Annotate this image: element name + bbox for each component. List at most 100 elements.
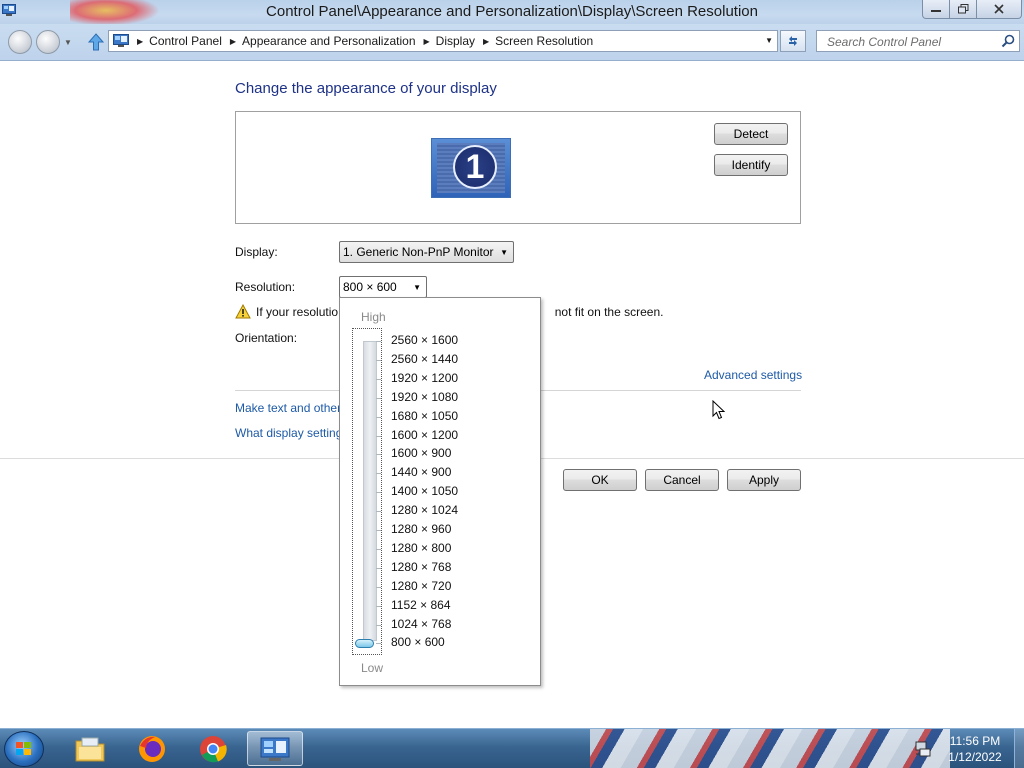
show-desktop-button[interactable] [1014,729,1024,768]
resolution-option[interactable]: 2560 × 1600 [391,333,458,347]
slider-high-label: High [361,310,386,324]
slider-tick [376,624,381,626]
identify-button[interactable]: Identify [714,154,788,176]
taskbar-explorer[interactable] [62,731,118,766]
slider-tick [376,378,381,380]
resolution-option[interactable]: 1920 × 1080 [391,390,458,404]
forward-button[interactable] [36,30,60,54]
back-button[interactable] [8,30,32,54]
slider-tick [376,530,381,531]
advanced-settings-link[interactable]: Advanced settings [704,368,802,382]
minimize-icon [931,10,941,12]
control-panel-icon [113,34,129,47]
up-arrow-icon[interactable] [86,32,106,52]
detect-button[interactable]: Detect [714,123,788,145]
chevron-right-icon: ▶ [137,36,144,46]
clock-time: 11:56 PM [949,734,1001,748]
resolution-popup: High 2560 × 1600 2560 × 1440 1920 × 1200 19… [339,297,541,686]
display-label: Display: [235,245,278,259]
resolution-option[interactable]: 1600 × 900 [391,446,451,460]
slider-tick [376,359,381,361]
resolution-option[interactable]: 1280 × 960 [391,522,451,536]
windows-logo-icon [16,742,31,755]
slider-track[interactable] [363,341,377,641]
display-dropdown[interactable]: 1. Generic Non-PnP Monitor ▼ [339,241,514,263]
search-input[interactable] [825,32,999,52]
display-dropdown-value: 1. Generic Non-PnP Monitor [343,245,494,259]
start-button[interactable] [4,731,44,767]
monitor-1-thumbnail[interactable]: 1 [431,138,511,198]
refresh-icon [789,36,797,46]
slider-tick [376,341,381,342]
resolution-option[interactable]: 1440 × 900 [391,465,451,479]
search-box[interactable] [816,30,1020,52]
breadcrumb-control-panel[interactable]: ▶ Control Panel [133,34,222,48]
close-icon [994,4,1004,14]
slider-thumb[interactable] [355,639,374,649]
close-button[interactable] [976,0,1022,19]
resolution-option[interactable]: 2560 × 1440 [391,352,458,366]
slider-tick [376,435,381,437]
resolution-option[interactable]: 1400 × 1050 [391,484,458,498]
taskbar-chrome[interactable] [185,731,241,766]
warning-text-start: If your resolutio [256,305,339,319]
monitor-number: 1 [453,145,497,189]
ok-button[interactable]: OK [563,469,637,491]
resolution-option[interactable]: 1280 × 720 [391,579,451,593]
breadcrumb-appearance[interactable]: ▶ Appearance and Personalization [222,34,416,48]
slider-tick [376,454,381,456]
resolution-option[interactable]: 800 × 600 [391,635,445,649]
refresh-button[interactable] [780,30,806,52]
display-settings-help-link[interactable]: What display setting [235,426,342,440]
taskbar: 11:56 PM 1/12/2022 [0,728,1024,768]
control-panel-icon [260,737,290,761]
breadcrumb-screen-resolution[interactable]: ▶ Screen Resolution [475,34,593,48]
maximize-button[interactable] [949,0,977,19]
slider-low-label: Low [361,661,384,675]
navigation-bar: ▼ ▶ Control Panel ▶ Appearance and Persona… [0,24,1024,61]
slider-tick [376,567,381,569]
resolution-slider[interactable] [352,328,382,655]
network-icon[interactable] [914,740,932,758]
minimize-button[interactable] [922,0,950,19]
resolution-option[interactable]: 1280 × 800 [391,541,451,555]
resolution-dropdown-value: 800 × 600 [343,280,397,294]
restore-icon [957,4,968,14]
cancel-button[interactable]: Cancel [645,469,719,491]
search-icon[interactable] [1001,34,1015,48]
chevron-down-icon: ▼ [500,248,508,257]
window-title: Control Panel\Appearance and Personaliza… [266,3,758,20]
resolution-option[interactable]: 1600 × 1200 [391,428,458,442]
resolution-label: Resolution: [235,280,296,294]
chevron-right-icon: ▶ [483,36,490,46]
clock-date: 1/12/2022 [948,750,1002,764]
resolution-option[interactable]: 1024 × 768 [391,617,451,631]
warning-icon [235,304,251,319]
slider-tick [376,605,381,607]
title-bar: Control Panel\Appearance and Personaliza… [0,0,1024,26]
address-bar[interactable]: ▶ Control Panel ▶ Appearance and Personali… [108,30,778,52]
text-size-link[interactable]: Make text and other [235,401,341,415]
slider-tick [376,416,381,418]
orientation-label: Orientation: [235,331,298,345]
resolution-option[interactable]: 1280 × 1024 [391,503,458,517]
resolution-option[interactable]: 1920 × 1200 [391,371,458,385]
breadcrumb-display[interactable]: ▶ Display [416,34,476,48]
recent-pages-dropdown[interactable]: ▼ [64,38,72,47]
resolution-option[interactable]: 1680 × 1050 [391,409,458,423]
address-dropdown-icon[interactable]: ▼ [765,36,773,45]
warning-text-end: not fit on the screen. [554,305,664,319]
taskbar-control-panel[interactable] [247,731,303,766]
mouse-cursor [712,400,726,420]
taskbar-firefox[interactable] [124,731,180,766]
resolution-dropdown[interactable]: 800 × 600 ▼ [339,276,427,298]
apply-button[interactable]: Apply [727,469,801,491]
monitor-screen: 1 [437,143,505,193]
slider-tick [376,397,381,399]
slider-tick [376,548,381,550]
chevron-right-icon: ▶ [423,36,430,46]
chrome-icon [200,735,227,762]
resolution-option[interactable]: 1152 × 864 [391,598,451,612]
resolution-option[interactable]: 1280 × 768 [391,560,451,574]
system-clock[interactable]: 11:56 PM 1/12/2022 [940,733,1010,765]
